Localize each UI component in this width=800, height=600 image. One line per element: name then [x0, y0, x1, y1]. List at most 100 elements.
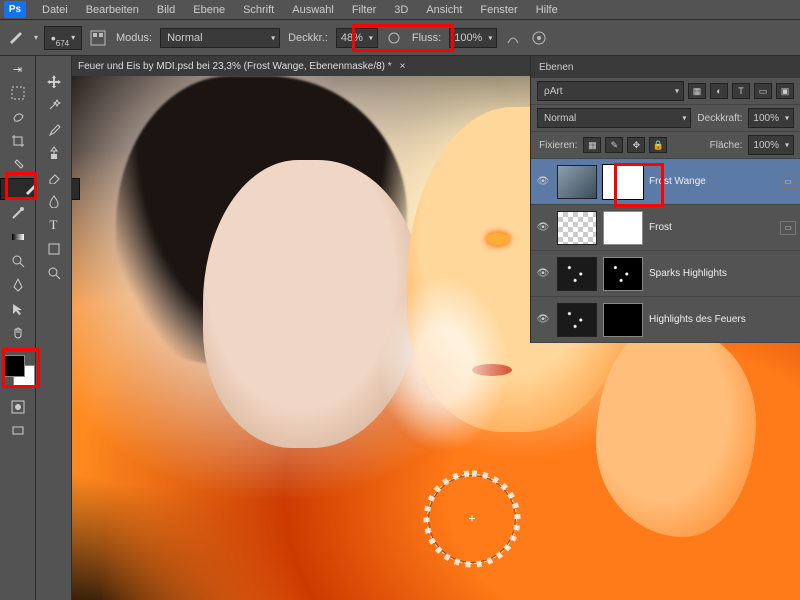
move-tool[interactable] — [40, 70, 68, 92]
path-select-tool[interactable] — [4, 298, 32, 320]
menu-file[interactable]: Datei — [34, 2, 76, 18]
pressure-opacity-icon[interactable] — [384, 28, 404, 48]
layer-opacity-label: Deckkraft: — [695, 113, 744, 124]
layer-thumb[interactable] — [557, 257, 597, 291]
mode-label: Modus: — [114, 32, 154, 44]
frost-overlay — [378, 275, 509, 453]
menu-select[interactable]: Auswahl — [284, 2, 342, 18]
visibility-icon[interactable]: 👁 — [535, 222, 551, 233]
hand-tool[interactable] — [4, 322, 32, 344]
layer-blend-select[interactable]: Normal▾ — [537, 108, 691, 128]
layer-thumb[interactable] — [557, 303, 597, 337]
blend-mode-select[interactable]: Normal▾ — [160, 28, 280, 48]
crop-tool[interactable] — [4, 130, 32, 152]
tool-column-left: ⇥ — [0, 56, 36, 600]
layer-mask-thumb[interactable] — [603, 211, 643, 245]
menu-layer[interactable]: Ebene — [185, 2, 233, 18]
layer-list: 👁 Frost Wange ▭ 👁 Frost ▭ 👁 Sparks Highl… — [531, 159, 800, 343]
lock-transparent-icon[interactable]: ▦ — [583, 137, 601, 153]
eyedrop-tool[interactable] — [40, 118, 68, 140]
layer-mask-thumb[interactable] — [603, 257, 643, 291]
lock-all-icon[interactable]: 🔒 — [649, 137, 667, 153]
menu-3d[interactable]: 3D — [386, 2, 416, 18]
pen-tool[interactable] — [4, 274, 32, 296]
flow-label: Fluss: — [410, 32, 443, 44]
link-icon[interactable]: ▭ — [780, 221, 796, 235]
layer-filter-select[interactable]: ρ Art▾ — [537, 81, 684, 101]
lock-position-icon[interactable]: ✥ — [627, 137, 645, 153]
layer-thumb[interactable] — [557, 211, 597, 245]
layer-fill-value: 100% — [753, 140, 779, 151]
menu-filter[interactable]: Filter — [344, 2, 384, 18]
layer-row[interactable]: 👁 Frost ▭ — [531, 205, 800, 251]
eraser-tool[interactable] — [40, 166, 68, 188]
layer-thumb[interactable] — [557, 165, 597, 199]
opacity-value: 48% — [341, 32, 363, 44]
layers-title[interactable]: Ebenen — [539, 62, 573, 73]
quickmask-icon[interactable] — [4, 396, 32, 418]
menu-image[interactable]: Bild — [149, 2, 183, 18]
brush-panel-icon[interactable] — [88, 28, 108, 48]
visibility-icon[interactable]: 👁 — [535, 176, 551, 187]
history-brush-tool[interactable] — [4, 202, 32, 224]
lasso-tool[interactable] — [4, 106, 32, 128]
layers-panel: Ebenen ρ Art▾ ▦ ◐ T ▭ ▣ Normal▾ Deckkraf… — [530, 56, 800, 343]
shape-tool[interactable] — [40, 238, 68, 260]
flow-input[interactable]: 100%▾ — [449, 28, 497, 48]
menu-help[interactable]: Hilfe — [528, 2, 566, 18]
color-swatches[interactable] — [0, 352, 36, 388]
tool-preset-icon[interactable] — [8, 28, 28, 48]
layer-row[interactable]: 👁 Frost Wange ▭ — [531, 159, 800, 205]
blend-mode-value: Normal — [167, 32, 202, 44]
options-bar: ▾ • 674 ▾ Modus: Normal▾ Deckkr.: 48%▾ F… — [0, 20, 800, 56]
filter-pixel-icon[interactable]: ▦ — [688, 83, 706, 99]
visibility-icon[interactable]: 👁 — [535, 314, 551, 325]
clone-tool[interactable] — [40, 142, 68, 164]
wand-tool[interactable] — [40, 94, 68, 116]
opacity-input[interactable]: 48%▾ — [336, 28, 378, 48]
tool-column-right: T — [36, 56, 72, 600]
pressure-size-icon[interactable] — [529, 28, 549, 48]
visibility-icon[interactable]: 👁 — [535, 268, 551, 279]
marquee-tool[interactable] — [4, 82, 32, 104]
menu-edit[interactable]: Bearbeiten — [78, 2, 147, 18]
flow-value: 100% — [454, 32, 482, 44]
brush-cursor — [427, 474, 517, 564]
brush-size-preview[interactable]: • 674 ▾ — [44, 26, 82, 50]
dodge-tool[interactable] — [4, 250, 32, 272]
type-tool[interactable]: T — [40, 214, 68, 236]
foreground-color[interactable] — [3, 355, 25, 377]
menu-bar: Ps Datei Bearbeiten Bild Ebene Schrift A… — [0, 0, 800, 20]
healing-tool[interactable] — [4, 154, 32, 176]
filter-adjust-icon[interactable]: ◐ — [710, 83, 728, 99]
collapse-icon[interactable]: ⇥ — [4, 58, 32, 80]
layer-name[interactable]: Frost — [649, 222, 774, 233]
layer-opacity-value: 100% — [753, 113, 779, 124]
layer-opacity-input[interactable]: 100%▾ — [748, 108, 794, 128]
filter-smart-icon[interactable]: ▣ — [776, 83, 794, 99]
layer-fill-input[interactable]: 100%▾ — [748, 135, 794, 155]
menu-window[interactable]: Fenster — [472, 2, 525, 18]
layer-name[interactable]: Highlights des Feuers — [649, 314, 796, 325]
zoom-tool[interactable] — [40, 262, 68, 284]
layer-row[interactable]: 👁 Sparks Highlights — [531, 251, 800, 297]
layer-row[interactable]: 👁 Highlights des Feuers — [531, 297, 800, 343]
layer-name[interactable]: Sparks Highlights — [649, 268, 796, 279]
gradient-tool[interactable] — [4, 226, 32, 248]
filter-shape-icon[interactable]: ▭ — [754, 83, 772, 99]
screenmode-icon[interactable] — [4, 420, 32, 442]
layer-mask-thumb[interactable] — [603, 165, 643, 199]
link-icon[interactable]: ▭ — [780, 175, 796, 189]
filter-type-icon[interactable]: T — [732, 83, 750, 99]
lock-pixels-icon[interactable]: ✎ — [605, 137, 623, 153]
blur-tool[interactable] — [40, 190, 68, 212]
figure-hand — [596, 328, 756, 538]
menu-type[interactable]: Schrift — [235, 2, 282, 18]
airbrush-icon[interactable] — [503, 28, 523, 48]
layer-mask-thumb[interactable] — [603, 303, 643, 337]
document-title: Feuer und Eis by MDI.psd bei 23,3% (Fros… — [78, 61, 392, 72]
layer-name[interactable]: Frost Wange — [649, 176, 774, 187]
app-logo: Ps — [4, 1, 26, 18]
close-icon[interactable]: × — [400, 61, 406, 72]
menu-view[interactable]: Ansicht — [418, 2, 470, 18]
